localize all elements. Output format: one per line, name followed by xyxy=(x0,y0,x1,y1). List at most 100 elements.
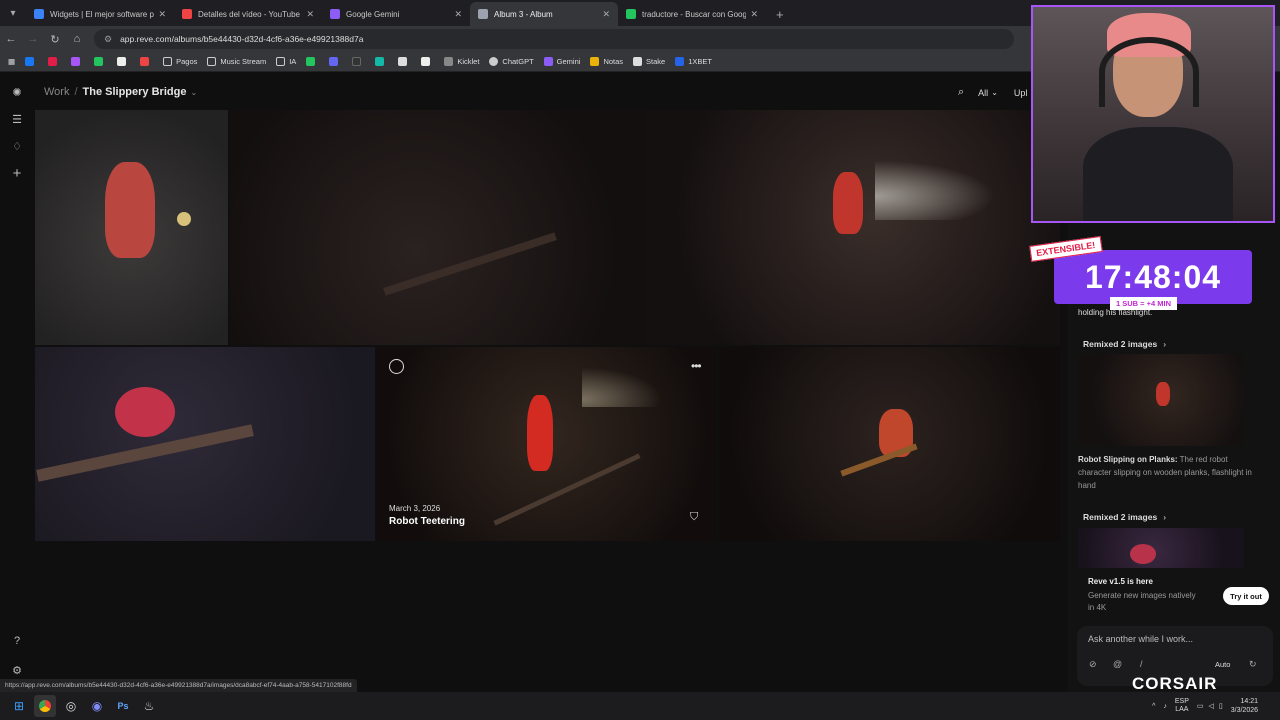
bookmark-folder-pagos[interactable]: Pagos xyxy=(163,57,197,66)
streamer-shirt xyxy=(1083,127,1233,221)
mention-icon[interactable]: @ xyxy=(1113,659,1122,669)
close-icon[interactable]: ✕ xyxy=(306,9,314,20)
chevron-down-icon[interactable]: ⌄ xyxy=(991,88,998,97)
home-icon[interactable]: ⌂ xyxy=(66,33,88,45)
bookmark-1xbet[interactable]: 1XBET xyxy=(675,57,712,66)
close-icon[interactable]: ✕ xyxy=(158,9,166,20)
image-tile[interactable] xyxy=(35,347,375,541)
browser-tab[interactable]: Detalles del vídeo - YouTube St ✕ xyxy=(174,2,322,26)
bookmark-icon[interactable]: ⛉ xyxy=(690,511,698,524)
tab-title: Google Gemini xyxy=(346,9,400,19)
bookmark-icon[interactable] xyxy=(306,57,319,66)
url-field[interactable]: ⚙ app.reve.com/albums/b5e44430-d32d-4cf6-… xyxy=(94,29,1014,49)
promo-subtitle: Generate new images natively in 4K xyxy=(1088,591,1196,612)
slash-command-icon[interactable]: / xyxy=(1140,659,1143,669)
robot-figure xyxy=(115,387,175,437)
more-options-icon[interactable]: ••• xyxy=(691,359,702,373)
select-circle-icon[interactable] xyxy=(389,359,404,374)
windows-taskbar: ⊞ ◎ ◉ Ps ♨ xyxy=(0,692,1280,720)
volume-icon[interactable]: ◁ xyxy=(1209,702,1214,710)
site-settings-icon[interactable]: ⚙ xyxy=(104,34,112,45)
chrome-icon[interactable] xyxy=(34,695,56,717)
tile-caption: March 3, 2026 Robot Teetering xyxy=(389,504,465,527)
tab-favicon xyxy=(330,9,340,19)
bookmark-gemini[interactable]: Gemini xyxy=(543,57,580,66)
status-bar-url: https://app.reve.com/albums/b5e44430-d32… xyxy=(0,679,357,692)
webcam-overlay xyxy=(1031,5,1275,223)
bookmark-icon[interactable] xyxy=(117,57,130,66)
steam-icon[interactable]: ♨ xyxy=(138,695,160,717)
remix-header[interactable]: Remixed 2 images › xyxy=(1083,512,1166,522)
try-it-button[interactable]: Try it out xyxy=(1223,587,1269,605)
photoshop-icon[interactable]: Ps xyxy=(112,695,134,717)
bookmark-icon[interactable] xyxy=(94,57,107,66)
search-icon[interactable]: ⌕ xyxy=(958,86,964,99)
bookmark-chatgpt[interactable]: ChatGPT xyxy=(489,57,534,66)
close-icon[interactable]: ✕ xyxy=(750,9,758,20)
clock[interactable]: 14:21 3/3/2026 xyxy=(1231,697,1258,715)
discord-icon[interactable]: ◉ xyxy=(86,695,108,717)
windows-start-icon[interactable]: ⊞ xyxy=(8,695,30,717)
breadcrumb-work[interactable]: Work xyxy=(44,86,69,98)
image-tile[interactable] xyxy=(645,110,1060,345)
add-icon[interactable]: + xyxy=(10,166,24,181)
app-icon[interactable]: ◎ xyxy=(60,695,82,717)
apps-icon[interactable]: ▦ xyxy=(8,57,15,66)
language-indicator[interactable]: ESP LAA xyxy=(1175,698,1189,714)
bookmark-icon[interactable] xyxy=(375,57,388,66)
bookmark-notas[interactable]: Notas xyxy=(590,57,623,66)
image-tile[interactable] xyxy=(35,110,228,345)
image-tile[interactable] xyxy=(230,110,643,345)
bookmark-icon[interactable] xyxy=(48,57,61,66)
bookmark-icon[interactable] xyxy=(140,57,153,66)
tab-list-chevron-icon[interactable]: ▾ xyxy=(0,0,26,26)
forward-icon[interactable]: → xyxy=(22,33,44,45)
library-icon[interactable]: ☰ xyxy=(10,113,24,127)
image-tile-hovered[interactable]: ••• March 3, 2026 Robot Teetering ⛉ xyxy=(377,347,717,541)
tab-favicon xyxy=(478,9,488,19)
tray-chevron-icon[interactable]: ^ xyxy=(1152,703,1155,710)
back-icon[interactable]: ← xyxy=(0,33,22,45)
browser-tab[interactable]: traductore - Buscar con Google ✕ xyxy=(618,2,766,26)
new-tab-icon[interactable]: + xyxy=(766,2,794,26)
close-icon[interactable]: ✕ xyxy=(602,9,610,20)
bookmark-icon[interactable] xyxy=(398,57,411,66)
reload-icon[interactable]: ↻ xyxy=(44,33,66,46)
bookmark-icon[interactable] xyxy=(25,57,38,66)
bookmark-icon[interactable] xyxy=(329,57,342,66)
mic-icon[interactable]: ♪ xyxy=(1163,703,1167,710)
bookmark-icon[interactable] xyxy=(352,57,365,66)
browser-tab[interactable]: Widgets | El mejor software pa ✕ xyxy=(26,2,174,26)
remix-thumbnail[interactable] xyxy=(1078,528,1244,568)
album-title[interactable]: The Slippery Bridge xyxy=(83,86,187,98)
refresh-icon[interactable]: ↻ xyxy=(1249,659,1257,670)
breadcrumb-separator: / xyxy=(74,86,78,98)
close-icon[interactable]: ✕ xyxy=(454,9,462,20)
browser-tab-active[interactable]: Album 3 - Album ✕ xyxy=(470,2,618,26)
network-icon[interactable]: ▭ xyxy=(1197,702,1204,710)
chevron-down-icon[interactable]: ⌄ xyxy=(190,88,197,97)
left-rail: ✺ ☰ ♢ + ? ⚙ xyxy=(0,72,34,696)
remix-header[interactable]: Remixed 2 images › xyxy=(1083,339,1166,349)
upload-button[interactable]: Upl xyxy=(1014,88,1028,98)
settings-icon[interactable]: ⚙ xyxy=(10,664,24,678)
remix-thumbnail[interactable] xyxy=(1078,354,1244,446)
browser-tab[interactable]: Google Gemini ✕ xyxy=(322,2,470,26)
bookmark-stake[interactable]: Stake xyxy=(633,57,665,66)
logo-icon[interactable]: ✺ xyxy=(10,86,24,100)
bookmark-kicklet[interactable]: Kicklet xyxy=(444,57,479,66)
bookmark-folder-music[interactable]: Music Stream xyxy=(207,57,266,66)
attach-icon[interactable]: ⊘ xyxy=(1089,659,1097,670)
plank xyxy=(383,232,557,296)
image-tile[interactable] xyxy=(719,347,1060,541)
plank xyxy=(493,453,641,526)
bookmark-folder-ia[interactable]: IA xyxy=(276,57,296,66)
help-icon[interactable]: ? xyxy=(10,634,24,648)
filter-dropdown[interactable]: All xyxy=(978,88,988,98)
tab-title: traductore - Buscar con Google xyxy=(642,9,747,19)
battery-icon[interactable]: ▯ xyxy=(1219,702,1223,710)
mode-selector[interactable]: Auto xyxy=(1215,660,1230,669)
bookmark-icon[interactable] xyxy=(71,57,84,66)
bookmark-icon[interactable] xyxy=(421,57,434,66)
ideas-icon[interactable]: ♢ xyxy=(10,140,24,154)
